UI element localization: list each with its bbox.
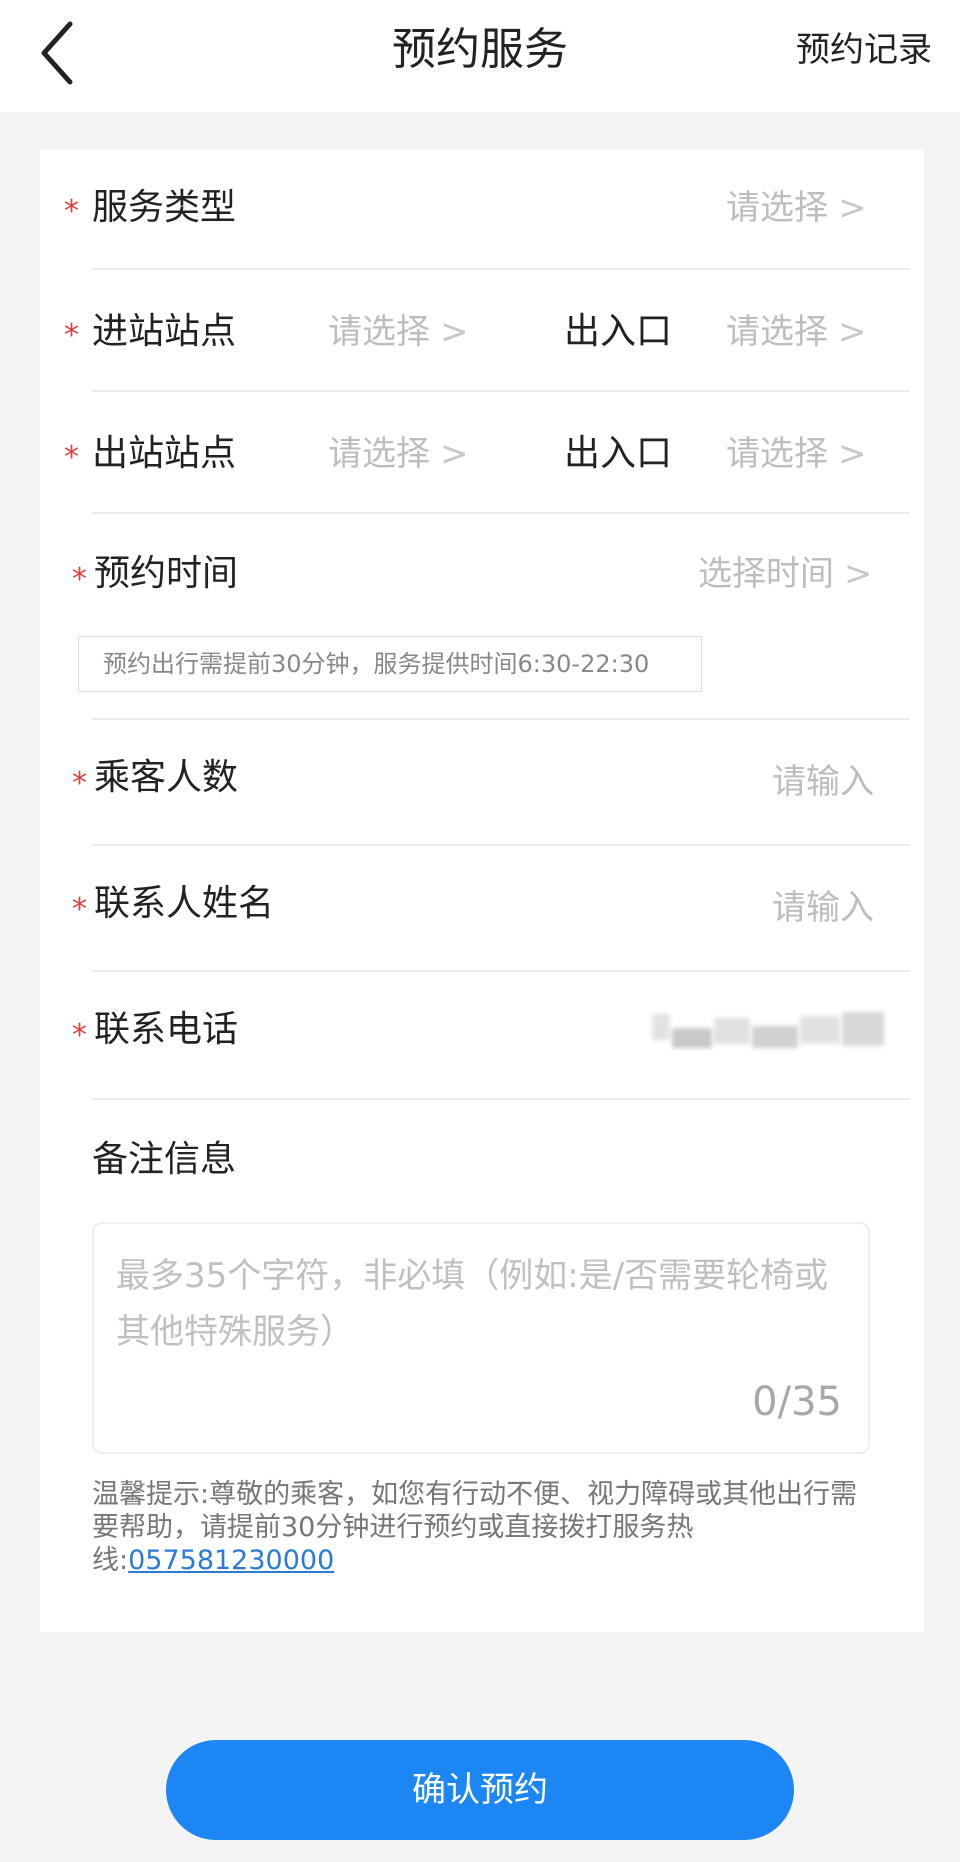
booking-time-hint: 预约出行需提前30分钟，服务提供时间6:30-22:30 xyxy=(78,636,702,692)
chevron-right-icon: > xyxy=(838,312,867,352)
passenger-count-label: 乘客人数 xyxy=(94,757,239,798)
service-type-select[interactable]: 请选择 > xyxy=(726,182,867,234)
required-mark: * xyxy=(64,194,79,229)
remark-placeholder: 最多35个字符，非必填（例如:是/否需要轮椅或其他特殊服务） xyxy=(116,1256,829,1352)
divider xyxy=(92,1098,910,1100)
chevron-right-icon: > xyxy=(838,434,867,474)
exit-gate-select[interactable]: 请选择 > xyxy=(726,428,867,480)
blurred-digit xyxy=(652,1014,670,1040)
blurred-digit xyxy=(714,1018,750,1044)
remark-label: 备注信息 xyxy=(92,1139,237,1180)
divider xyxy=(92,844,910,846)
passenger-count-input[interactable]: 请输入 xyxy=(772,756,874,808)
warm-tip: 温馨提示:尊敬的乘客，如您有行动不便、视力障碍或其他出行需要帮助，请提前30分钟… xyxy=(92,1478,882,1577)
exit-station-placeholder: 请选择 xyxy=(328,434,430,474)
divider xyxy=(92,718,910,720)
chevron-right-icon: > xyxy=(440,312,469,352)
booking-time-select[interactable]: 选择时间 > xyxy=(698,548,873,600)
exit-gate-placeholder: 请选择 xyxy=(726,434,828,474)
required-mark: * xyxy=(72,892,87,927)
divider xyxy=(92,970,910,972)
required-mark: * xyxy=(72,766,87,801)
contact-phone-label: 联系电话 xyxy=(94,1009,239,1050)
remark-char-counter: 0/35 xyxy=(752,1379,842,1425)
contact-phone-input[interactable] xyxy=(652,1008,888,1052)
divider xyxy=(92,390,910,392)
contact-name-label: 联系人姓名 xyxy=(94,883,275,924)
exit-station-select[interactable]: 请选择 > xyxy=(328,428,469,480)
entry-station-placeholder: 请选择 xyxy=(328,312,430,352)
chevron-right-icon: > xyxy=(838,188,867,228)
exit-gate-label: 出入口 xyxy=(564,433,673,474)
contact-name-input[interactable]: 请输入 xyxy=(772,882,874,934)
entry-gate-placeholder: 请选择 xyxy=(726,312,828,352)
blurred-digit xyxy=(800,1016,840,1044)
entry-gate-select[interactable]: 请选择 > xyxy=(726,306,867,358)
service-type-label: 服务类型 xyxy=(92,187,237,228)
required-mark: * xyxy=(64,440,79,475)
chevron-right-icon: > xyxy=(844,554,873,594)
divider xyxy=(92,512,910,514)
booking-time-placeholder: 选择时间 xyxy=(698,554,834,594)
confirm-booking-button[interactable]: 确认预约 xyxy=(166,1740,794,1840)
exit-station-label: 出站站点 xyxy=(92,433,237,474)
blurred-digit xyxy=(752,1026,798,1048)
entry-station-label: 进站站点 xyxy=(92,311,237,352)
divider xyxy=(92,268,910,270)
service-type-placeholder: 请选择 xyxy=(726,188,828,228)
entry-station-select[interactable]: 请选择 > xyxy=(328,306,469,358)
hotline-link[interactable]: 057581230000 xyxy=(128,1545,334,1576)
blurred-digit xyxy=(672,1028,712,1048)
chevron-right-icon: > xyxy=(440,434,469,474)
booking-records-link[interactable]: 预约记录 xyxy=(796,26,932,74)
required-mark: * xyxy=(72,562,87,597)
blurred-digit xyxy=(842,1012,884,1046)
booking-time-label: 预约时间 xyxy=(94,553,239,594)
required-mark: * xyxy=(64,318,79,353)
required-mark: * xyxy=(72,1018,87,1053)
entry-gate-label: 出入口 xyxy=(564,311,673,352)
